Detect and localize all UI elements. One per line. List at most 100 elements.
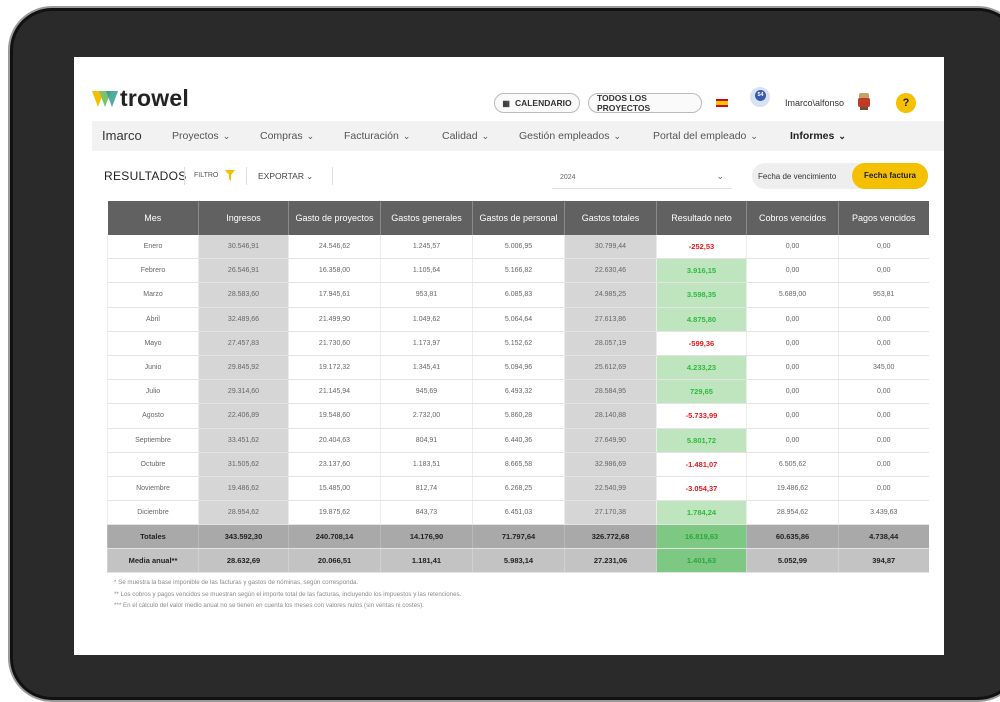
column-header: Mes bbox=[107, 201, 199, 235]
table-cell: 953,81 bbox=[838, 282, 929, 308]
table-row: Diciembre 28.954,62 19.875,62 843,73 6.451,0… bbox=[107, 500, 929, 526]
logo[interactable]: trowel bbox=[92, 85, 189, 112]
nav-facturacion[interactable]: Facturación ⌄ bbox=[344, 130, 410, 142]
table-cell: 843,73 bbox=[380, 500, 473, 526]
nav-gestion-empleados-label: Gestión empleados bbox=[519, 130, 610, 142]
table-cell: Agosto bbox=[107, 403, 199, 429]
app-header: trowel ▦ CALENDARIO TODOS LOS PROYECTOS … bbox=[74, 57, 944, 121]
calendar-button[interactable]: ▦ CALENDARIO bbox=[494, 93, 580, 113]
table-cell: 5.094,96 bbox=[472, 355, 565, 381]
table-header-row: Mes Ingresos Gasto de proyectos Gastos gene… bbox=[107, 201, 929, 235]
spain-flag-icon[interactable] bbox=[716, 99, 728, 107]
table-cell: 60.635,86 bbox=[746, 524, 839, 550]
table-cell: 0,00 bbox=[746, 331, 839, 356]
table-cell: 1.401,63 bbox=[656, 548, 747, 574]
chevron-down-icon: ⌄ bbox=[716, 171, 724, 181]
table-cell: 22.630,46 bbox=[564, 258, 657, 284]
year-select[interactable]: 2024 ⌄ bbox=[552, 164, 732, 189]
table-cell: 953,81 bbox=[380, 282, 473, 308]
table-cell: -599,36 bbox=[656, 331, 747, 356]
nav-informes-label: Informes bbox=[790, 130, 835, 142]
divider bbox=[332, 167, 333, 185]
user-profile-icon[interactable] bbox=[857, 92, 871, 110]
footnote: * Se muestra la base imponible de las fa… bbox=[114, 579, 359, 586]
filter-button[interactable]: FILTRO bbox=[194, 172, 218, 179]
table-cell: Enero bbox=[107, 235, 199, 260]
table-cell: 28.057,19 bbox=[564, 331, 657, 356]
filter-funnel-icon[interactable] bbox=[225, 170, 235, 181]
nav-proyectos[interactable]: Proyectos ⌄ bbox=[172, 130, 230, 142]
table-cell: Octubre bbox=[107, 452, 199, 477]
table-cell: 21.730,60 bbox=[288, 331, 381, 356]
table-cell: 28.954,62 bbox=[746, 500, 839, 526]
table-row: Mayo 27.457,83 21.730,60 1.173,97 5.152,62 28… bbox=[107, 331, 929, 356]
table-row: Noviembre 19.486,62 15.485,00 812,74 6.268,2… bbox=[107, 476, 929, 502]
table-cell: 4.875,80 bbox=[656, 307, 747, 332]
table-cell: 16.819,63 bbox=[656, 524, 747, 550]
table-cell: 945,69 bbox=[380, 379, 473, 405]
nav-informes[interactable]: Informes ⌄ bbox=[790, 130, 846, 142]
table-cell: 23.137,60 bbox=[288, 452, 381, 477]
calendar-button-label: CALENDARIO bbox=[514, 98, 572, 108]
table-cell: 0,00 bbox=[746, 403, 839, 429]
table-cell: 5.166,82 bbox=[472, 258, 565, 284]
table-row: Septiembre 33.451,62 20.404,63 804,91 6.440,… bbox=[107, 428, 929, 453]
table-cell: Noviembre bbox=[107, 476, 199, 502]
table-cell: Abril bbox=[107, 307, 199, 332]
trowel-logo-icon bbox=[92, 90, 118, 107]
table-cell: 31.505,62 bbox=[198, 452, 289, 477]
nav-proyectos-label: Proyectos bbox=[172, 130, 219, 142]
table-cell: 5.006,95 bbox=[472, 235, 565, 260]
table-cell: 14.176,90 bbox=[380, 524, 473, 550]
divider bbox=[246, 167, 247, 185]
table-row: Enero 30.546,91 24.546,62 1.245,57 5.006,95 3… bbox=[107, 235, 929, 260]
nav-portal-empleado[interactable]: Portal del empleado ⌄ bbox=[653, 130, 758, 142]
column-header: Gastos totales bbox=[564, 201, 657, 235]
username[interactable]: Imarco\alfonso bbox=[785, 98, 844, 108]
table-cell: 28.140,88 bbox=[564, 403, 657, 429]
column-header: Gastos generales bbox=[380, 201, 473, 235]
company-name[interactable]: Imarco bbox=[102, 128, 142, 143]
table-cell: 27.170,38 bbox=[564, 500, 657, 526]
table-cell: 0,00 bbox=[838, 403, 929, 429]
help-button[interactable]: ? bbox=[896, 93, 916, 113]
footnote: *** En el cálculo del valor medio anual … bbox=[114, 602, 424, 609]
table-cell: 22.540,99 bbox=[564, 476, 657, 502]
table-cell: 33.451,62 bbox=[198, 428, 289, 453]
toggle-fecha-vencimiento[interactable]: Fecha de vencimiento bbox=[758, 172, 836, 181]
page-title: RESULTADOS bbox=[104, 169, 187, 183]
totals-row: Totales 343.592,30 240.708,14 14.176,90 71.7… bbox=[107, 524, 929, 550]
all-projects-button[interactable]: TODOS LOS PROYECTOS bbox=[588, 93, 702, 113]
table-cell: 343.592,30 bbox=[198, 524, 289, 550]
table-cell: 3.439,63 bbox=[838, 500, 929, 526]
nav-calidad[interactable]: Calidad ⌄ bbox=[442, 130, 489, 142]
table-cell: 5.064,64 bbox=[472, 307, 565, 332]
table-cell: 5.152,62 bbox=[472, 331, 565, 356]
table-cell: 1.345,41 bbox=[380, 355, 473, 381]
table-cell: 20.066,51 bbox=[288, 548, 381, 574]
all-projects-label: TODOS LOS PROYECTOS bbox=[597, 93, 651, 113]
table-cell: 5.052,99 bbox=[746, 548, 839, 574]
table-cell: Marzo bbox=[107, 282, 199, 308]
table-cell: 240.708,14 bbox=[288, 524, 381, 550]
export-label: EXPORTAR bbox=[258, 171, 304, 181]
table-row: Marzo 28.583,60 17.945,61 953,81 6.085,83 24.… bbox=[107, 282, 929, 308]
table-cell: 28.584,95 bbox=[564, 379, 657, 405]
table-cell: 5.860,28 bbox=[472, 403, 565, 429]
table-cell: 6.505,62 bbox=[746, 452, 839, 477]
toggle-fecha-factura[interactable]: Fecha factura bbox=[852, 163, 928, 189]
table-cell: 28.632,69 bbox=[198, 548, 289, 574]
notification-count-badge: 54 bbox=[755, 90, 766, 101]
table-cell: 1.173,97 bbox=[380, 331, 473, 356]
table-cell: 30.546,91 bbox=[198, 235, 289, 260]
table-cell: Diciembre bbox=[107, 500, 199, 526]
nav-compras[interactable]: Compras ⌄ bbox=[260, 130, 314, 142]
export-dropdown[interactable]: EXPORTAR ⌄ bbox=[258, 171, 313, 181]
table-cell: 26.546,91 bbox=[198, 258, 289, 284]
table-cell: 19.486,62 bbox=[198, 476, 289, 502]
table-row: Junio 29.845,92 19.172,32 1.345,41 5.094,96 2… bbox=[107, 355, 929, 381]
table-cell: 0,00 bbox=[746, 258, 839, 284]
table-cell: 326.772,68 bbox=[564, 524, 657, 550]
table-cell: -3.054,37 bbox=[656, 476, 747, 502]
nav-gestion-empleados[interactable]: Gestión empleados ⌄ bbox=[519, 130, 621, 142]
